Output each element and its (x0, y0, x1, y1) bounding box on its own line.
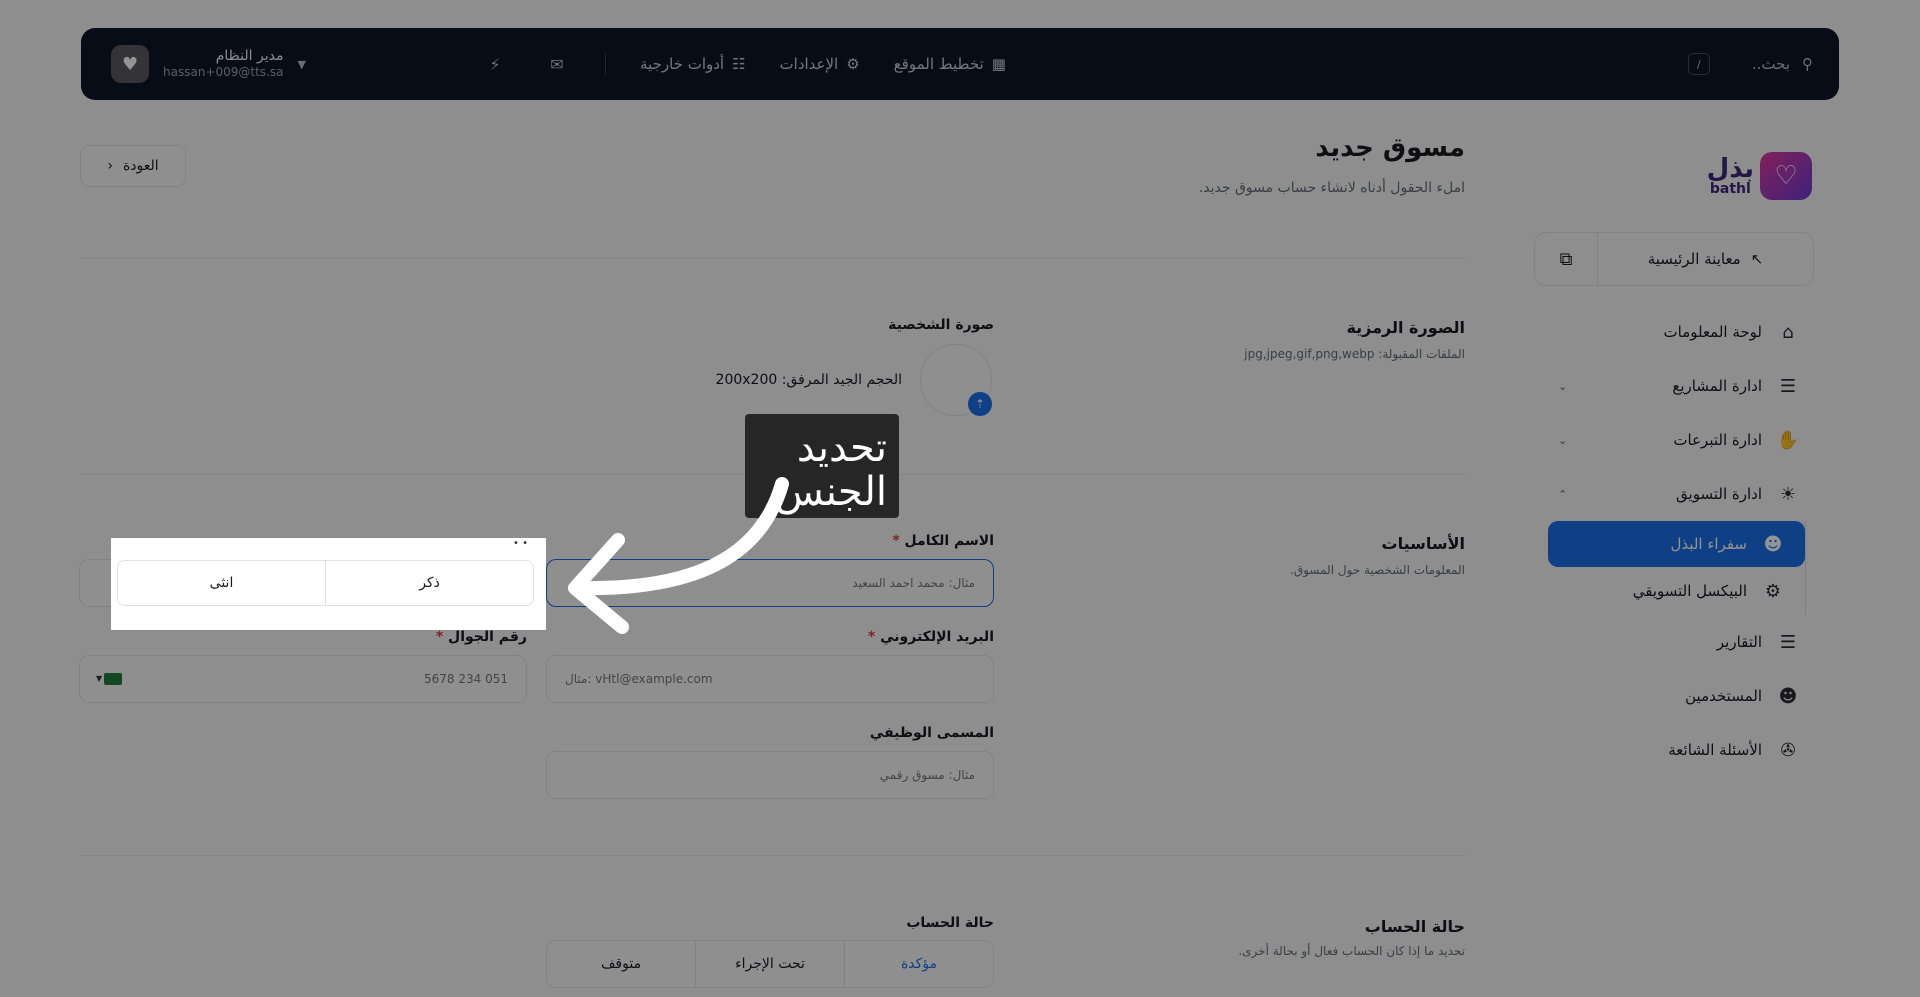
annotation-line-1: تحديد (796, 425, 887, 471)
gender-option-male[interactable]: ذكر (325, 561, 533, 605)
tutorial-overlay (0, 0, 1920, 997)
gender-dropdown-spotlight: • • ذكر انثى (111, 538, 546, 630)
gender-option-female[interactable]: انثى (118, 561, 325, 605)
annotation-callout: تحديد الجنس (745, 414, 899, 518)
gender-options: ذكر انثى (117, 560, 534, 606)
spot-label-fragment: • • (513, 538, 528, 549)
annotation-line-2: الجنس (774, 469, 887, 515)
